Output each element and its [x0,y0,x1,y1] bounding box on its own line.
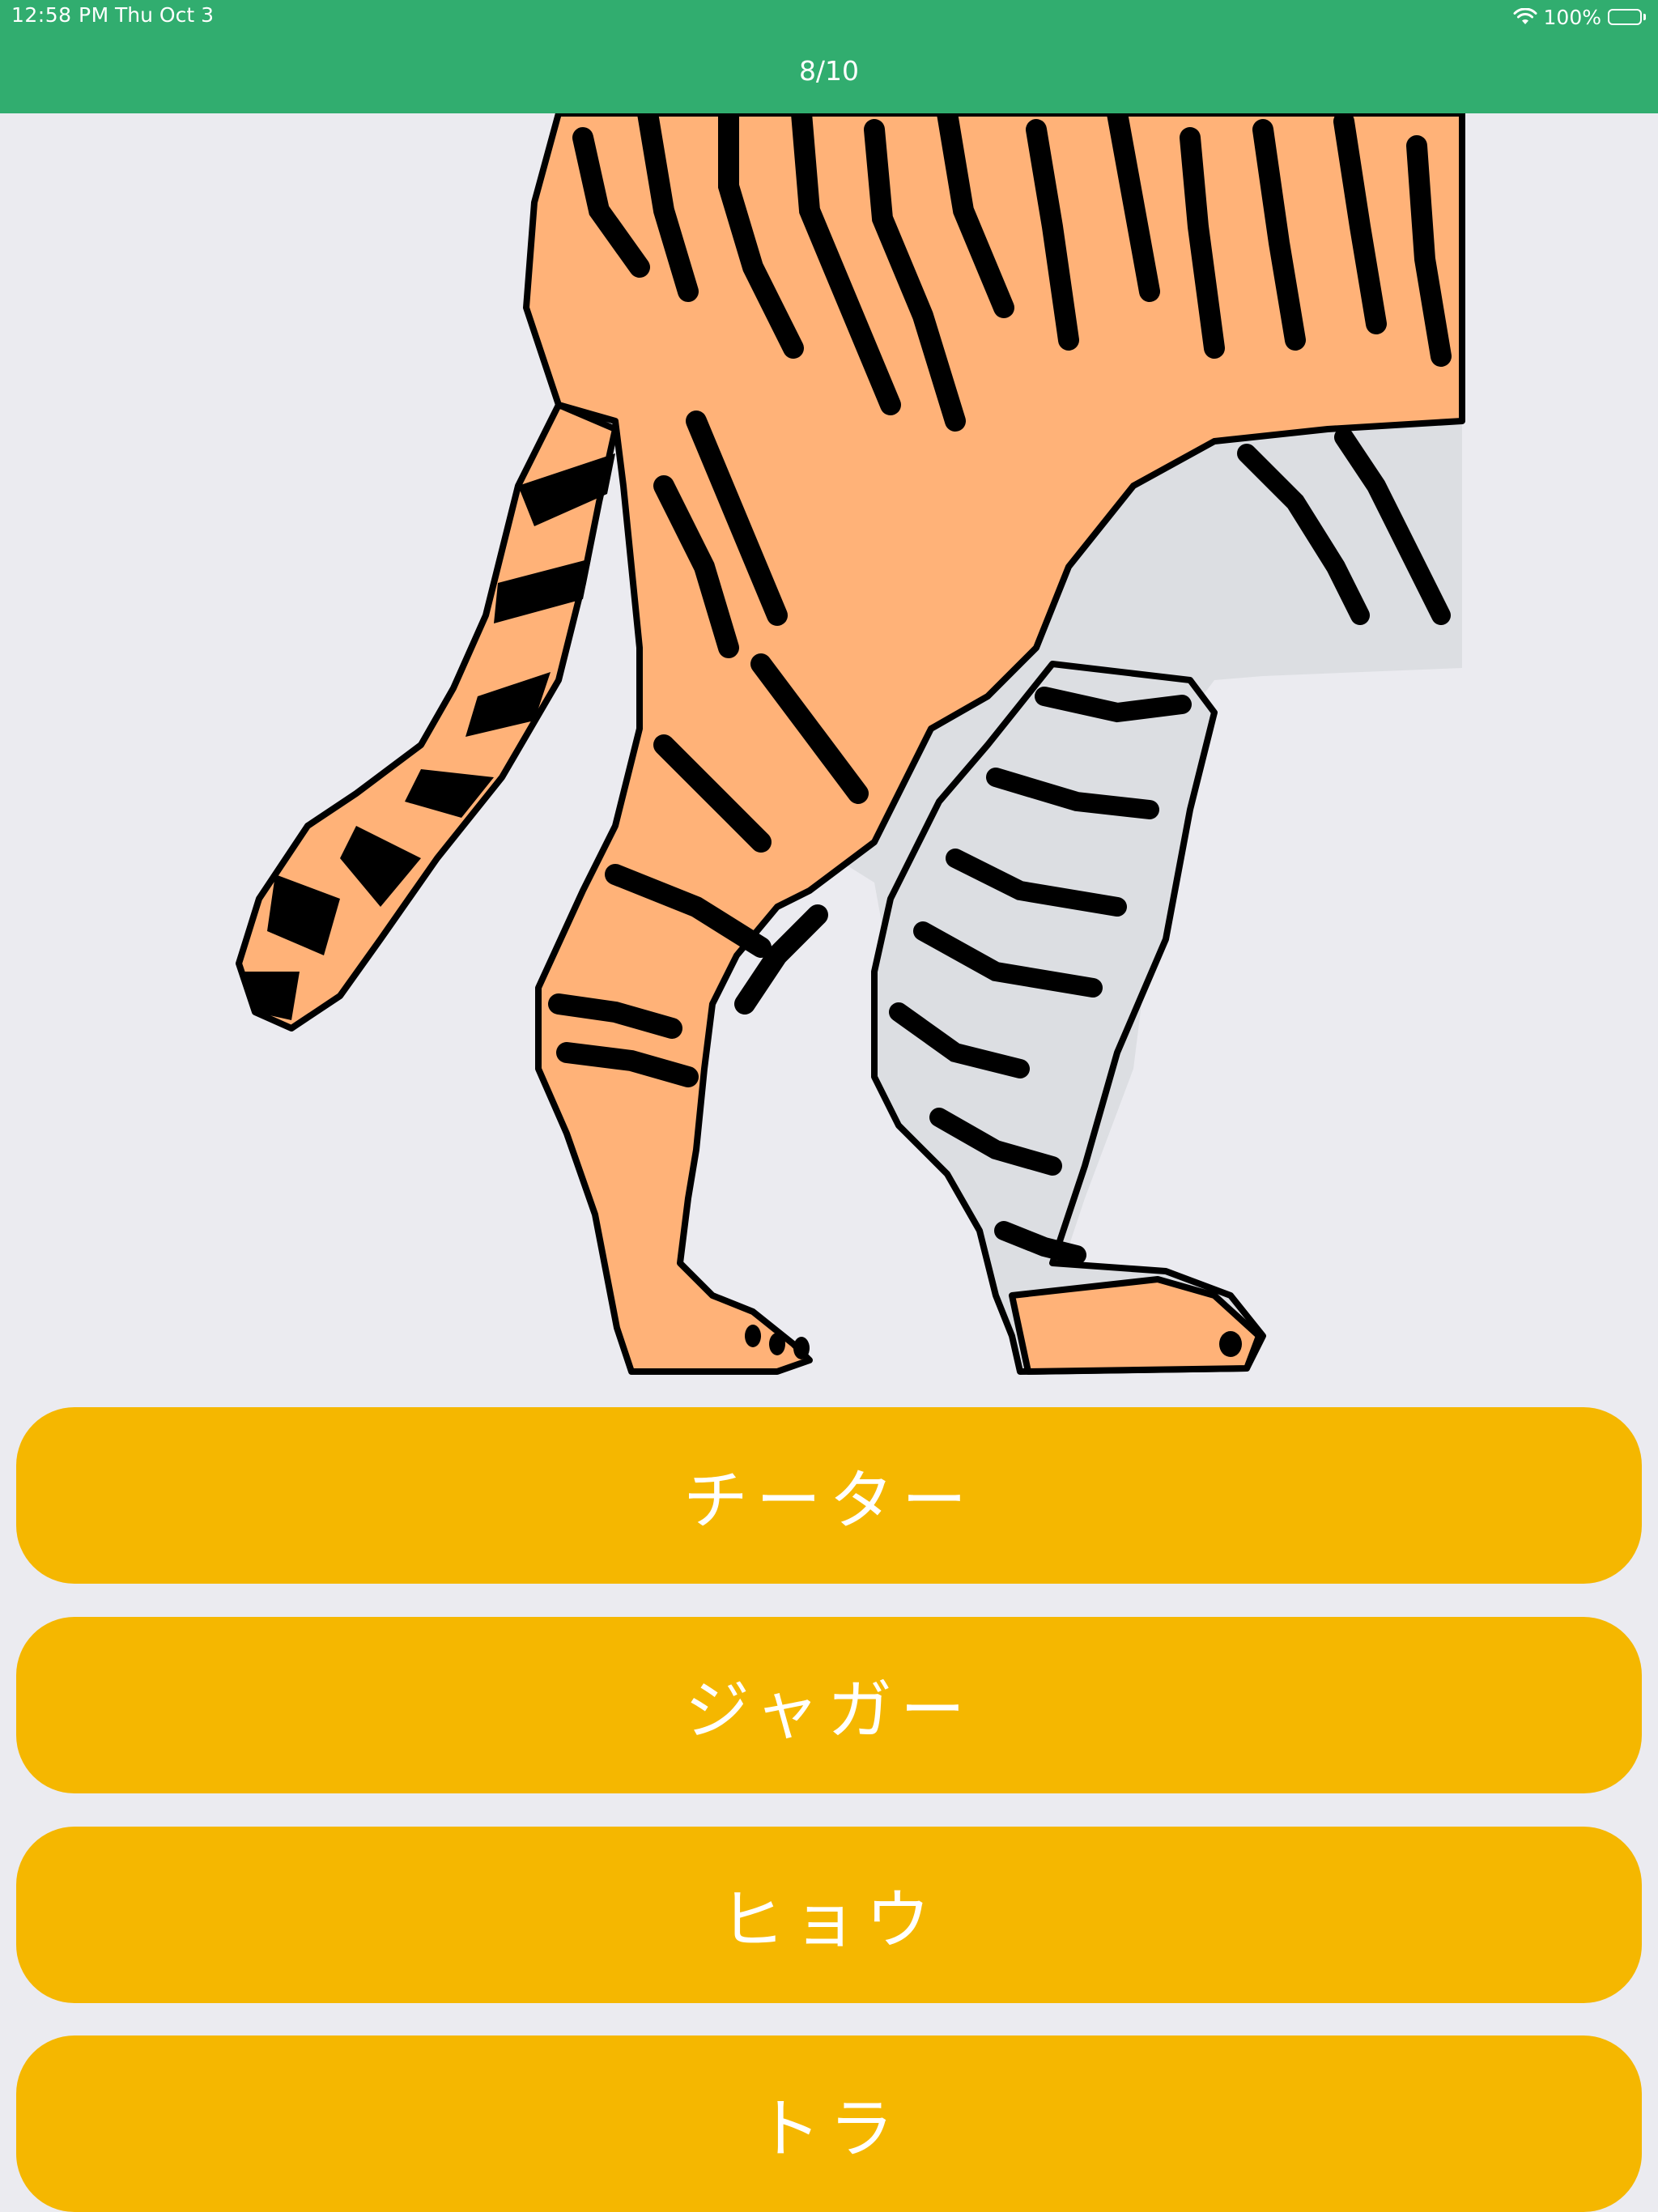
answer-button-jaguar[interactable]: ジャガー [16,1617,1642,1793]
answer-button-cheetah[interactable]: チーター [16,1407,1642,1584]
battery-percentage: 100% [1543,5,1601,29]
wifi-icon [1513,8,1537,24]
question-progress: 8/10 [798,55,860,87]
top-bar: 12:58 PM Thu Oct 3 100% 8/10 [0,0,1658,113]
answer-button-leopard[interactable]: ヒョウ [16,1827,1642,2003]
status-date: Thu Oct 3 [115,3,214,27]
status-time: 12:58 PM [11,3,109,27]
battery-icon [1608,8,1647,26]
status-indicators: 100% [1513,3,1647,31]
answer-button-tiger[interactable]: トラ [16,2035,1642,2212]
tiger-illustration [236,113,1465,1375]
